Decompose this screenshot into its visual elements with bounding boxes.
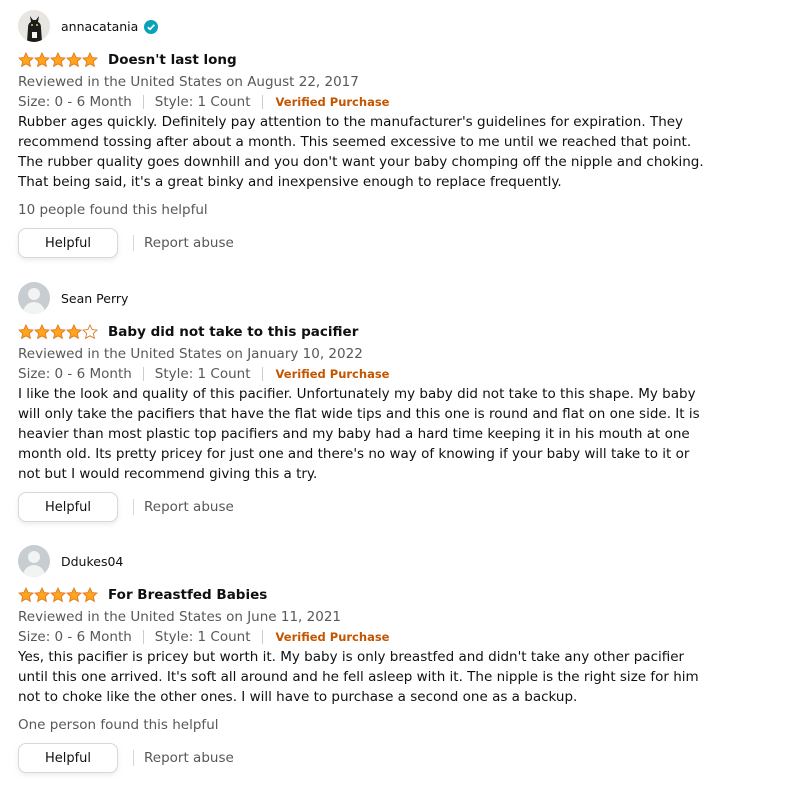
star-rating[interactable] — [17, 323, 99, 340]
cat-avatar-icon[interactable] — [18, 10, 50, 42]
reviewer-name[interactable]: Sean Perry — [61, 291, 128, 306]
star-filled-icon — [49, 586, 67, 603]
review: annacatania Doesn't last long Reviewed i… — [17, 10, 788, 258]
divider — [261, 630, 263, 644]
review-date: Reviewed in the United States on January… — [18, 346, 363, 362]
style-label[interactable]: Style: 1 Count — [155, 364, 251, 384]
reviewer-profile[interactable]: annacatania — [18, 10, 788, 42]
star-filled-icon — [65, 586, 83, 603]
review-actions: Helpful Report abuse — [18, 743, 788, 773]
review-body: Yes, this pacifier is pricey but worth i… — [18, 649, 699, 705]
divider — [133, 750, 134, 766]
review-title-row: For Breastfed Babies — [17, 585, 788, 605]
report-abuse-link[interactable]: Report abuse — [144, 499, 234, 515]
helpful-button[interactable]: Helpful — [18, 743, 118, 773]
size-label[interactable]: Size: 0 - 6 Month — [18, 92, 132, 112]
default-user-icon[interactable] — [18, 545, 50, 577]
default-user-icon[interactable] — [18, 282, 50, 314]
review-date: Reviewed in the United States on June 11… — [18, 609, 341, 625]
star-filled-icon — [81, 51, 99, 68]
review-title-row: Doesn't last long — [17, 50, 788, 70]
star-filled-icon — [17, 586, 35, 603]
size-label[interactable]: Size: 0 - 6 Month — [18, 364, 132, 384]
review: Ddukes04 For Breastfed Babies Reviewed i… — [17, 545, 788, 773]
review-title-row: Baby did not take to this pacifier — [17, 322, 788, 342]
reviewer-name[interactable]: Ddukes04 — [61, 554, 123, 569]
star-filled-icon — [33, 323, 51, 340]
star-empty-icon — [81, 323, 99, 340]
verified-check-icon — [144, 19, 159, 34]
review-actions: Helpful Report abuse — [18, 492, 788, 522]
star-filled-icon — [49, 51, 67, 68]
report-abuse-link[interactable]: Report abuse — [144, 235, 234, 251]
review-title[interactable]: Baby did not take to this pacifier — [108, 324, 358, 340]
helpful-count: 10 people found this helpful — [18, 202, 208, 218]
reviewer-name[interactable]: annacatania — [61, 19, 138, 34]
divider — [142, 95, 144, 109]
verified-purchase-badge: Verified Purchase — [275, 630, 390, 644]
size-label[interactable]: Size: 0 - 6 Month — [18, 627, 132, 647]
verified-purchase-badge: Verified Purchase — [275, 367, 390, 381]
star-rating[interactable] — [17, 51, 99, 68]
review-body: Rubber ages quickly. Definitely pay atte… — [18, 114, 704, 190]
divider — [261, 367, 263, 381]
product-format: Size: 0 - 6 Month Style: 1 Count Verifie… — [18, 92, 788, 112]
style-label[interactable]: Style: 1 Count — [155, 92, 251, 112]
style-label[interactable]: Style: 1 Count — [155, 627, 251, 647]
product-format: Size: 0 - 6 Month Style: 1 Count Verifie… — [18, 364, 788, 384]
divider — [261, 95, 263, 109]
star-rating[interactable] — [17, 586, 99, 603]
star-filled-icon — [81, 586, 99, 603]
star-filled-icon — [49, 323, 67, 340]
review-title[interactable]: For Breastfed Babies — [108, 587, 267, 603]
product-format: Size: 0 - 6 Month Style: 1 Count Verifie… — [18, 627, 788, 647]
report-abuse-link[interactable]: Report abuse — [144, 750, 234, 766]
reviewer-profile[interactable]: Sean Perry — [18, 282, 788, 314]
divider — [142, 367, 144, 381]
review: Sean Perry Baby did not take to this pac… — [17, 282, 788, 522]
reviewer-profile[interactable]: Ddukes04 — [18, 545, 788, 577]
divider — [133, 235, 134, 251]
star-filled-icon — [33, 51, 51, 68]
verified-purchase-badge: Verified Purchase — [275, 95, 390, 109]
review-actions: Helpful Report abuse — [18, 228, 788, 258]
star-filled-icon — [65, 323, 83, 340]
star-filled-icon — [17, 323, 35, 340]
star-filled-icon — [33, 586, 51, 603]
helpful-button[interactable]: Helpful — [18, 492, 118, 522]
divider — [142, 630, 144, 644]
review-title[interactable]: Doesn't last long — [108, 52, 237, 68]
review-date: Reviewed in the United States on August … — [18, 74, 359, 90]
helpful-count: One person found this helpful — [18, 717, 219, 733]
divider — [133, 499, 134, 515]
star-filled-icon — [65, 51, 83, 68]
helpful-button[interactable]: Helpful — [18, 228, 118, 258]
review-body: I like the look and quality of this paci… — [18, 386, 700, 482]
star-filled-icon — [17, 51, 35, 68]
